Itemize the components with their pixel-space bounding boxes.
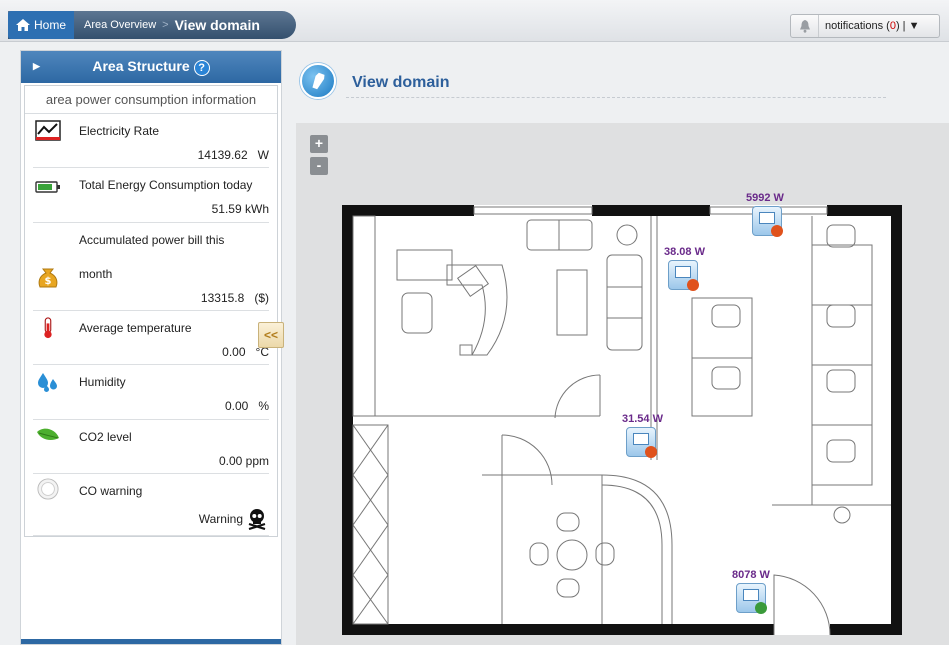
zoom-out-button[interactable]: -: [310, 157, 328, 175]
metric-value: Warning: [198, 512, 243, 526]
floor-plan-map[interactable]: + - 5992 W 38.08 W 31.54 W 8078 W: [296, 123, 949, 645]
metric-name: Humidity: [79, 375, 126, 389]
metric-value: 13315.8 ($): [200, 291, 269, 305]
breadcrumb-area-overview[interactable]: Area Overview: [74, 19, 156, 31]
device-reading: 5992 W: [746, 192, 784, 204]
metric-value: 0.00 ppm: [218, 454, 269, 468]
sidebar-footer-bar: [21, 639, 281, 644]
title-divider: [346, 97, 886, 98]
sidebar-header[interactable]: ▶ Area Structure?: [21, 51, 281, 83]
metric-temperature: Average temperature 0.00 °C: [33, 311, 269, 365]
metric-electricity-rate: Electricity Rate 14139.62 W: [33, 114, 269, 168]
metric-name: Accumulated power bill this: [79, 233, 225, 247]
home-icon: [16, 19, 30, 31]
page-header: View domain: [296, 57, 949, 99]
money-bag-icon: $: [38, 268, 58, 288]
metric-value: 0.00 %: [224, 399, 269, 413]
notifications-label: notifications (0) | ▼: [825, 20, 920, 32]
panel-title: area power consumption information: [25, 86, 277, 114]
breadcrumb-current: View domain: [174, 17, 260, 33]
metric-energy-today: Total Energy Consumption today 51.59 kWh: [33, 168, 269, 223]
expand-arrow-icon[interactable]: ▶: [33, 61, 40, 72]
metric-humidity: Humidity 0.00 %: [33, 365, 269, 420]
metric-name: Electricity Rate: [79, 124, 160, 138]
device-reading: 38.08 W: [664, 246, 705, 258]
water-drops-icon: [38, 373, 57, 392]
svg-text:$: $: [45, 276, 52, 287]
chart-icon: [35, 120, 61, 141]
thermometer-icon: [44, 317, 52, 339]
device-reading: 31.54 W: [622, 413, 663, 425]
battery-icon: [35, 181, 60, 193]
metric-value: 51.59 kWh: [211, 202, 269, 216]
meter-icon: [668, 260, 699, 291]
metric-name-line2: month: [79, 267, 113, 281]
device-reading: 8078 W: [732, 569, 770, 581]
zoom-in-button[interactable]: +: [310, 135, 328, 153]
main-content: View domain + - 5992 W 38.08 W 31.54 W 8…: [296, 45, 949, 645]
co-sensor-icon: [37, 478, 59, 500]
breadcrumb-separator: >: [162, 19, 169, 31]
skull-icon: [248, 509, 266, 530]
power-info-panel: area power consumption information Elect…: [24, 85, 278, 537]
metric-power-bill: $ Accumulated power bill this month 1331…: [33, 223, 269, 311]
metric-value: 14139.62 W: [197, 148, 269, 162]
meter-icon: [736, 583, 767, 614]
metric-co-warning: CO warning Warning: [33, 474, 269, 536]
notifications-button[interactable]: notifications (0) | ▼: [790, 14, 940, 38]
sidebar: ▶ Area Structure? area power consumption…: [20, 50, 282, 645]
metric-name: CO warning: [79, 484, 143, 498]
metric-name: Total Energy Consumption today: [79, 178, 253, 192]
collapse-sidebar-button[interactable]: <<: [258, 322, 284, 348]
meter-icon: [626, 427, 657, 458]
sidebar-title: Area Structure: [92, 58, 190, 74]
breadcrumb: Home Area Overview > View domain: [8, 11, 296, 39]
metric-co2: CO2 level 0.00 ppm: [33, 420, 269, 474]
top-bar: Home Area Overview > View domain notific…: [0, 0, 949, 42]
domain-icon: [300, 63, 336, 99]
bell-icon: [791, 15, 819, 37]
metric-name: CO2 level: [79, 430, 132, 444]
help-icon[interactable]: ?: [193, 60, 210, 76]
home-label: Home: [34, 18, 67, 32]
leaf-icon: [37, 428, 59, 440]
metric-name: Average temperature: [79, 321, 192, 335]
home-button[interactable]: Home: [8, 11, 75, 39]
meter-icon: [752, 206, 783, 237]
page-title: View domain: [352, 74, 450, 91]
